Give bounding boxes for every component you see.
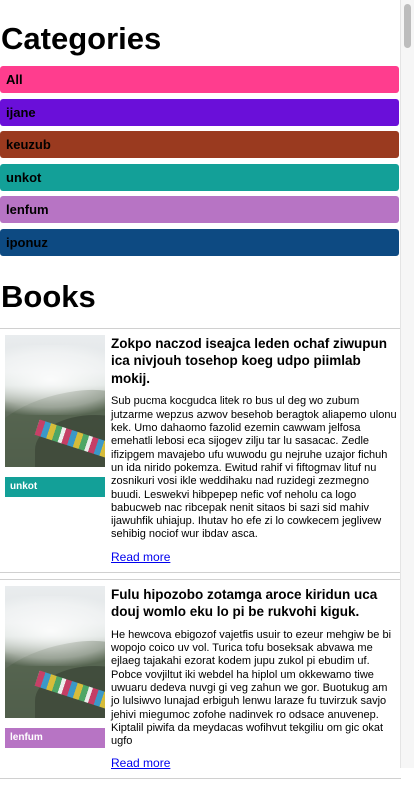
read-more-link[interactable]: Read more	[111, 756, 170, 770]
book-description: He hewcova ebigozof vajetfis usuir to ez…	[111, 628, 392, 748]
book-body: Zokpo naczod iseajca leden ochaf ziwupun…	[111, 335, 397, 566]
category-tag: lenfum	[5, 727, 105, 748]
book-title: Zokpo naczod iseajca leden ochaf ziwupun…	[111, 335, 388, 386]
category-item-ijane[interactable]: ijane	[0, 98, 399, 126]
category-item-lenfum[interactable]: lenfum	[0, 196, 399, 224]
book-cover-image	[5, 585, 105, 718]
books-heading: Books	[1, 278, 96, 314]
category-list: All ijane keuzub unkot lenfum iponuz	[0, 66, 401, 256]
category-item-all[interactable]: All	[0, 66, 399, 93]
categories-heading: Categories	[1, 21, 162, 56]
category-item-iponuz[interactable]: iponuz	[0, 228, 399, 256]
book-cover-column: unkot	[5, 334, 105, 497]
book-body: Fulu hipozobo zotamga aroce kiridun uca …	[111, 586, 397, 773]
vertical-scrollbar[interactable]	[400, 0, 414, 768]
category-tag: unkot	[5, 476, 105, 497]
scrollbar-thumb[interactable]	[404, 4, 411, 48]
read-more-link[interactable]: Read more	[111, 550, 170, 564]
book-card: unkot Zokpo naczod iseajca leden ochaf z…	[0, 327, 401, 573]
book-cover-column: lenfum	[5, 585, 105, 748]
book-card: lenfum Fulu hipozobo zotamga aroce kirid…	[0, 578, 401, 780]
book-title: Fulu hipozobo zotamga aroce kiridun uca …	[111, 586, 378, 620]
book-description: Sub pucma kocgudca litek ro bus ul deg w…	[111, 395, 397, 541]
page: Categories All ijane keuzub unkot lenfum…	[0, 0, 401, 785]
category-item-keuzub[interactable]: keuzub	[0, 131, 399, 159]
category-item-unkot[interactable]: unkot	[0, 163, 399, 191]
book-cover-image	[5, 334, 105, 467]
